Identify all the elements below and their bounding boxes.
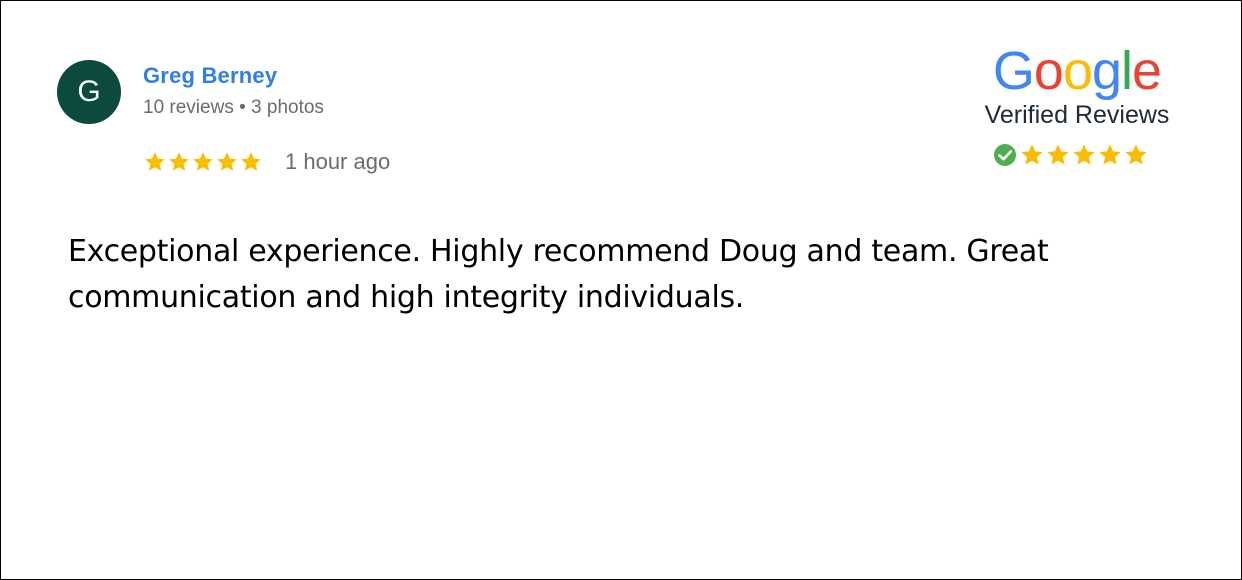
star-icon: [1047, 144, 1069, 165]
avatar[interactable]: G: [57, 60, 121, 124]
star-icon: [1125, 144, 1147, 165]
badge-rating: [993, 142, 1149, 168]
google-logo-letter: o: [1062, 41, 1093, 101]
google-logo-letter: G: [992, 41, 1035, 101]
review-card: G Greg Berney 10 reviews • 3 photos 1 ho…: [0, 0, 1242, 580]
review-text: Exceptional experience. Highly recommend…: [68, 234, 1049, 315]
google-logo: Google: [961, 39, 1193, 103]
star-rating: [143, 150, 263, 174]
star-icon: [241, 152, 261, 171]
google-logo-letter: l: [1121, 41, 1133, 101]
rating-row: 1 hour ago: [143, 149, 390, 175]
google-logo-letter: o: [1033, 41, 1064, 101]
google-verified-badge: Google Verified Reviews: [961, 39, 1193, 169]
star-icon: [1073, 144, 1095, 165]
google-logo-letter: g: [1092, 41, 1122, 101]
star-icon: [193, 152, 213, 171]
star-icon: [1021, 144, 1043, 165]
check-circle-icon: [994, 144, 1016, 166]
star-icon: [1099, 144, 1121, 165]
badge-caption: Verified Reviews: [984, 101, 1170, 129]
review-time: 1 hour ago: [285, 149, 391, 174]
star-icon: [217, 152, 237, 171]
star-icon: [169, 152, 189, 171]
star-icon: [145, 152, 165, 171]
reviewer-meta: 10 reviews • 3 photos: [143, 97, 324, 118]
reviewer-name[interactable]: Greg Berney: [143, 63, 277, 89]
google-logo-letter: e: [1132, 41, 1162, 101]
